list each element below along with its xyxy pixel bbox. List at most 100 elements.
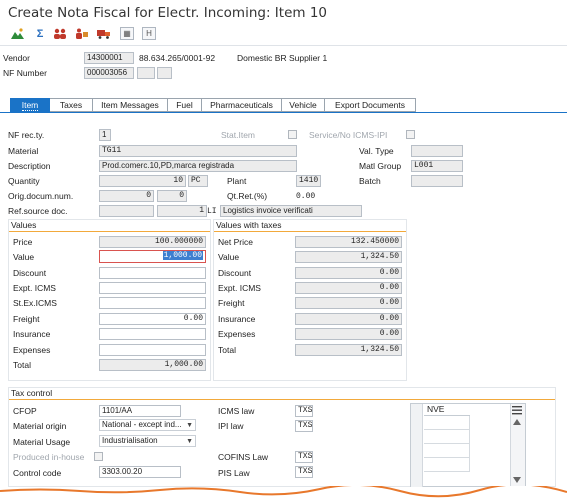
service-checkbox[interactable] [406,130,415,139]
val-type-field[interactable] [411,145,463,157]
scroll-up-icon[interactable] [512,418,522,426]
tab-item[interactable]: Item [10,98,50,112]
ref-source-num-field[interactable]: 1 [157,205,207,217]
tax-discount-field: 0.00 [295,267,402,279]
tax-freight-label: Freight [218,298,245,308]
nve-cell[interactable] [424,430,470,444]
nf-number-field[interactable]: 000003056 [84,67,134,79]
pis-law-label: PIS Law [218,468,250,478]
values-title: Values [9,220,210,232]
description-field[interactable]: Prod.comerc.10,PD,marca registrada [99,160,297,172]
batch-field[interactable] [411,175,463,187]
icms-law-label: ICMS law [218,406,255,416]
total-label: Total [13,360,31,370]
nf-rec-ty-field[interactable]: 1 [99,129,111,141]
produced-label: Produced in-house [13,452,85,462]
ref-source-text-field[interactable]: Logistics invoice verificati [220,205,362,217]
qt-ret-value: 0.00 [296,192,316,201]
material-usage-select[interactable]: Industrialisation ▼ [99,435,196,447]
price-field[interactable]: 100.000000 [99,236,206,248]
cfop-field[interactable]: 1101/AA [99,405,181,417]
window-title: Create Nota Fiscal for Electr. Incoming:… [8,5,328,21]
material-label: Material [8,146,39,156]
uom-field[interactable]: PC [188,175,208,187]
nve-cell[interactable] [424,416,470,430]
expt-icms-label: Expt. ICMS [13,283,56,293]
tax-value-label: Value [218,252,240,262]
material-usage-label: Material Usage [13,437,71,447]
nve-header: NVE [424,404,470,416]
nf-series-field[interactable] [137,67,155,79]
net-price-label: Net Price [218,237,253,247]
stat-item-checkbox[interactable] [288,130,297,139]
stex-icms-field[interactable] [99,297,206,309]
nve-cell[interactable] [424,458,470,472]
tax-insurance-field: 0.00 [295,313,402,325]
orig-doc-field-2[interactable]: 0 [157,190,187,202]
sigma-icon[interactable]: Σ [33,27,47,40]
ipi-law-field[interactable]: TXS [295,420,313,432]
tax-expt-icms-label: Expt. ICMS [218,283,261,293]
tab-pharmaceuticals[interactable]: Pharmaceuticals [202,98,282,112]
cfop-label: CFOP [13,406,37,416]
bracket-h-icon[interactable]: H [142,27,156,40]
produced-checkbox[interactable] [94,452,103,461]
discount-field[interactable] [99,267,206,279]
control-code-field[interactable]: 3303.00.20 [99,466,181,478]
value-label: Value [13,252,35,262]
grid-icon[interactable]: ▦ [120,27,134,40]
cofins-law-label: COFINS Law [218,452,269,462]
material-origin-select[interactable]: National - except ind... ▼ [99,419,196,431]
tab-vehicle[interactable]: Vehicle [282,98,325,112]
insurance-field[interactable] [99,328,206,340]
ipi-law-label: IPI law [218,421,244,431]
truck-icon[interactable] [97,27,111,40]
tab-export-documents[interactable]: Export Documents [325,98,416,112]
delivery-icon[interactable] [75,27,89,40]
material-origin-value: National - except ind... [102,420,182,429]
tax-value-field: 1,324.50 [295,251,402,263]
matl-group-label: Matl Group [359,161,402,171]
matl-group-field[interactable]: L001 [411,160,463,172]
tax-total-label: Total [218,345,236,355]
quantity-field[interactable]: 10 [99,175,186,187]
expt-icms-field[interactable] [99,282,206,294]
stex-icms-label: St.Ex.ICMS [13,298,57,308]
vendor-name: Domestic BR Supplier 1 [237,53,328,63]
freight-field[interactable]: 0.00 [99,313,206,325]
insurance-label: Insurance [13,329,51,339]
tab-taxes[interactable]: Taxes [50,98,93,112]
tax-expenses-field: 0.00 [295,328,402,340]
ref-source-field-1[interactable] [99,205,154,217]
nf-rec-ty-label: NF rec.ty. [8,130,45,140]
material-field[interactable]: TG11 [99,145,297,157]
tax-discount-label: Discount [218,268,252,278]
vendor-tax-id: 88.634.265/0001-92 [139,53,216,63]
mountain-chart-icon[interactable] [10,27,24,40]
cofins-law-field[interactable]: TXS [295,451,313,463]
nf-subseries-field[interactable] [157,67,172,79]
tab-fuel[interactable]: Fuel [168,98,202,112]
value-input[interactable]: 1,000.00 [99,250,206,263]
tab-strip: Item Taxes Item Messages Fuel Pharmaceut… [10,98,416,112]
nve-row-selector[interactable] [411,404,423,487]
scroll-down-icon[interactable] [512,476,522,484]
description-label: Description [8,161,51,171]
torn-edge-decoration [0,486,567,502]
ref-source-label: Ref.source doc. [8,206,68,216]
tab-item-messages[interactable]: Item Messages [93,98,168,112]
column-settings-icon[interactable] [512,406,522,415]
net-price-field: 132.450000 [295,236,402,248]
plant-field[interactable]: 1410 [296,175,321,187]
people-icon[interactable] [53,27,67,40]
val-type-label: Val. Type [359,146,394,156]
orig-doc-field-1[interactable]: 0 [99,190,154,202]
icms-law-field[interactable]: TXS [295,405,313,417]
expenses-field[interactable] [99,344,206,356]
nve-cell[interactable] [424,444,470,458]
control-code-label: Control code [13,468,62,478]
vendor-code-field[interactable]: 14300001 [84,52,134,64]
nve-scrollbar[interactable] [510,404,525,487]
chevron-down-icon: ▼ [186,438,193,445]
pis-law-field[interactable]: TXS [295,466,313,478]
